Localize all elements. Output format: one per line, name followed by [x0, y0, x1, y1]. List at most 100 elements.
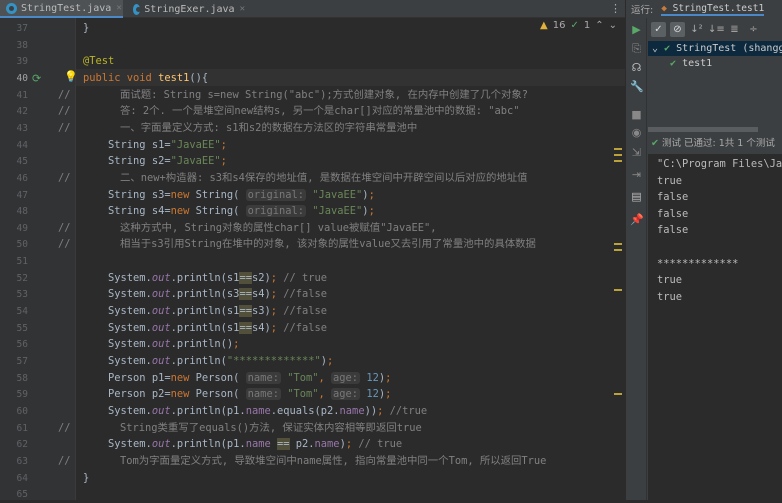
run-test-icon[interactable]: ⟳ — [32, 72, 41, 85]
code-line[interactable]: 二、new+构造器: s3和s4保存的地址值, 是数据在堆空间中开辟空间以后对应… — [120, 170, 528, 187]
console-output[interactable]: "C:\Program Files\Jav true false false false… — [648, 154, 782, 500]
close-icon[interactable]: ✕ — [240, 4, 245, 14]
sort-alpha-button[interactable]: ↓² — [689, 22, 704, 37]
warning-icon: ▲ — [540, 20, 548, 31]
code-line[interactable]: System.out.println(s1==s2); // true — [83, 270, 327, 287]
horizontal-scrollbar[interactable] — [648, 127, 758, 132]
code-line[interactable]: 面试题: String s=new String("abc");方式创建对象, … — [120, 87, 528, 104]
next-highlight-icon[interactable]: ⌄ — [609, 20, 617, 31]
code-line[interactable]: System.out.println(s1==s3); //false — [83, 303, 327, 320]
code-token-p: } — [83, 22, 90, 34]
exit-icon[interactable]: ⇥ — [630, 168, 643, 181]
chevron-down-icon[interactable]: ⌄ — [652, 43, 658, 54]
layout-icon[interactable]: ▤ — [630, 190, 643, 203]
prev-highlight-icon[interactable]: ⌃ — [595, 20, 603, 31]
code-token-p: Person( — [195, 388, 246, 401]
code-line[interactable]: System.out.println(); — [83, 336, 239, 353]
code-line[interactable]: System.out.println(s1==s4); //false — [83, 320, 327, 337]
code-token-cmt: //true — [383, 404, 428, 417]
stop-icon[interactable]: ■ — [630, 108, 643, 121]
code-line[interactable]: System.out.println(p1.name.equals(p2.nam… — [83, 403, 427, 420]
code-token-hint: name: — [245, 371, 281, 384]
tab-stringexer[interactable]: StringExer.java ✕ — [127, 0, 245, 18]
comment-prefix: // — [58, 238, 71, 251]
import-icon[interactable]: ⇲ — [630, 146, 643, 159]
code-token-p: .println(p1. — [170, 404, 246, 417]
pin-icon[interactable]: 📌 — [630, 213, 644, 226]
test-icon: ◆ — [661, 2, 667, 14]
code-token-hint: age: — [331, 388, 361, 401]
code-line[interactable]: } — [83, 20, 89, 37]
code-line[interactable]: String s2="JavaEE"; — [83, 153, 227, 170]
tree-item-stringtest[interactable]: ⌄ ✔ StringTest (shanggu — [648, 41, 782, 56]
camera-icon[interactable]: ◉ — [630, 126, 643, 139]
code-line[interactable]: String s1="JavaEE"; — [83, 137, 227, 154]
code-editor[interactable]: 37 38 39 40 41 42 43 44 45 46 47 48 49 50 51 52 53 54 55 56… — [0, 18, 625, 500]
wrench-icon[interactable]: 🔧 — [630, 80, 644, 93]
code-line[interactable]: public void test1(){ — [83, 70, 208, 87]
code-token-p: System. — [83, 321, 152, 334]
toggle-auto-test-icon[interactable]: ☊ — [630, 61, 643, 74]
code-token-p: .println(s1 — [170, 321, 240, 334]
code-token-kw: new — [170, 205, 196, 218]
code-line[interactable]: String s4=new String( original: "JavaEE"… — [83, 203, 375, 220]
tree-item-test1[interactable]: ✔ test1 — [670, 56, 712, 71]
code-line[interactable]: String s3=new String( original: "JavaEE"… — [83, 187, 375, 204]
code-token-p: Person p1= — [83, 371, 171, 384]
code-line[interactable]: Person p2=new Person( name: "Tom", age: … — [83, 386, 391, 403]
expand-all-button[interactable]: ≣ — [727, 22, 742, 37]
code-token-fld2: name — [245, 404, 271, 417]
code-token-hl: == — [239, 321, 252, 334]
close-icon[interactable]: ✕ — [116, 3, 121, 13]
code-line[interactable]: 相当于s3引用String在堆中的对象, 该对象的属性value又去引用了常量池… — [120, 236, 536, 253]
code-token-fld: out — [151, 305, 171, 318]
code-line[interactable]: } — [83, 470, 89, 487]
code-token-num: 12 — [366, 388, 379, 401]
console-line: true — [657, 290, 683, 303]
code-token-p: System. — [83, 438, 152, 451]
tab-stringtest[interactable]: StringTest.java ✕ — [0, 0, 123, 18]
comment-prefix: // — [58, 121, 71, 134]
line-number: 57 — [16, 356, 28, 367]
code-token-kw: ; — [327, 355, 334, 367]
line-number: 47 — [16, 189, 28, 201]
line-number: 64 — [16, 472, 28, 484]
show-ignored-button[interactable]: ⊘ — [670, 21, 685, 37]
collapse-all-button[interactable]: ÷ — [746, 22, 761, 37]
code-line[interactable]: Tom为字面量定义方式, 导致堆空间中name属性, 指向常量池中同一个Tom,… — [120, 453, 546, 470]
line-number: 38 — [16, 39, 28, 51]
run-panel-header: 运行: ◆ StringTest.test1 — [626, 0, 782, 18]
run-panel: 运行: ◆ StringTest.test1 ▶ ⎘ ☊ 🔧 ■ ◉ ⇲ ⇥ ▤… — [625, 0, 782, 500]
code-token-p: } — [83, 471, 90, 484]
show-passed-button[interactable]: ✓ — [651, 21, 666, 37]
inspection-widget[interactable]: ▲ 16 ✓ 1 ⌃ ⌄ — [540, 20, 617, 31]
code-token-p: String( — [195, 188, 246, 201]
line-number: 55 — [16, 322, 28, 334]
code-line[interactable]: @Test — [83, 53, 114, 70]
rerun-icon[interactable]: ▶ — [630, 23, 643, 36]
code-line[interactable]: Person p1=new Person( name: "Tom", age: … — [83, 370, 391, 387]
code-token-p: Person p2= — [83, 388, 171, 401]
code-line[interactable]: 一、字面量定义方式: s1和s2的数据在方法区的字符串常量池中 — [120, 120, 417, 137]
sort-duration-button[interactable]: ↓≡ — [708, 22, 725, 37]
code-line[interactable]: System.out.println("*************"); — [83, 353, 333, 370]
code-line[interactable]: 这种方式中, String对象的属性char[] value被赋值"JavaEE… — [120, 220, 437, 237]
code-token-num: 12 — [366, 371, 379, 384]
code-line[interactable]: System.out.println(s3==s4); //false — [83, 286, 327, 303]
error-stripe-mark — [614, 249, 622, 251]
code-token-p: .println(s1 — [170, 305, 240, 318]
ok-count: 1 — [583, 20, 591, 31]
rerun-failed-icon[interactable]: ⎘ — [630, 42, 643, 56]
code-line[interactable]: System.out.println(p1.name == p2.name); … — [83, 436, 402, 453]
lightbulb-icon[interactable]: 💡 — [64, 70, 78, 83]
code-token-fld2: name — [339, 404, 365, 417]
code-token-p: String s3= — [83, 188, 171, 201]
code-line[interactable]: String类重写了equals()方法, 保证实体内容相等即返回true — [120, 420, 422, 437]
line-number: 49 — [16, 222, 28, 234]
code-token-p: (){ — [189, 71, 209, 84]
more-icon[interactable]: ⋮ — [610, 2, 621, 15]
comment-prefix: // — [58, 454, 71, 467]
code-line[interactable]: 答: 2个. 一个是堆空间new结构s, 另一个是char[]对应的常量池中的数… — [120, 103, 520, 120]
run-config-tab[interactable]: ◆ StringTest.test1 — [661, 2, 765, 16]
code-token-str: "Tom" — [287, 388, 319, 401]
